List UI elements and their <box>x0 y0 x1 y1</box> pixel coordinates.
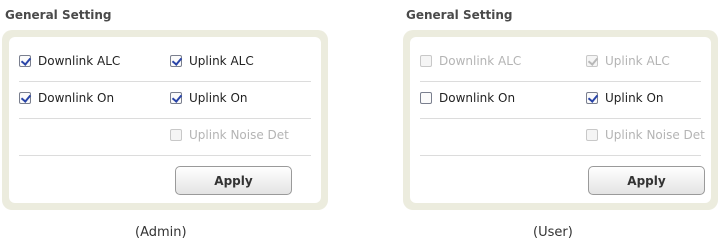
checkbox-icon[interactable] <box>420 92 432 104</box>
uplink-on-checkbox[interactable]: Uplink On <box>586 91 664 105</box>
section-title: General Setting <box>406 8 513 22</box>
checkbox-icon <box>586 129 598 141</box>
checkbox-icon[interactable] <box>19 55 31 67</box>
settings-row: Downlink On Uplink On <box>19 82 311 119</box>
section-title: General Setting <box>5 8 112 22</box>
actions-row: Apply <box>420 156 705 201</box>
uplink-alc-checkbox[interactable]: Uplink ALC <box>170 54 254 68</box>
checkbox-icon[interactable] <box>19 92 31 104</box>
uplink-on-label: Uplink On <box>605 91 664 105</box>
downlink-on-checkbox[interactable]: Downlink On <box>420 91 515 105</box>
settings-box: Downlink ALC Uplink ALC Downlink On Upli… <box>410 37 711 203</box>
checkbox-icon <box>170 129 182 141</box>
uplink-on-checkbox[interactable]: Uplink On <box>170 91 248 105</box>
checkbox-icon <box>420 55 432 67</box>
caption-user: (User) <box>533 225 573 240</box>
downlink-alc-checkbox[interactable]: Downlink ALC <box>19 54 120 68</box>
downlink-on-label: Downlink On <box>439 91 516 105</box>
settings-row: Uplink Noise Det <box>19 119 311 156</box>
uplink-noise-det-checkbox: Uplink Noise Det <box>170 128 289 142</box>
downlink-on-label: Downlink On <box>38 91 115 105</box>
settings-row: Downlink ALC Uplink ALC <box>19 45 311 82</box>
downlink-on-checkbox[interactable]: Downlink On <box>19 91 114 105</box>
downlink-alc-checkbox: Downlink ALC <box>420 54 521 68</box>
apply-button[interactable]: Apply <box>588 166 705 195</box>
checkbox-icon[interactable] <box>586 92 598 104</box>
settings-box: Downlink ALC Uplink ALC Downlink On Upli… <box>9 37 321 203</box>
uplink-alc-label: Uplink ALC <box>605 54 670 68</box>
caption-admin: (Admin) <box>135 225 187 240</box>
settings-frame: Downlink ALC Uplink ALC Downlink On Upli… <box>403 30 718 210</box>
apply-button[interactable]: Apply <box>175 166 292 195</box>
uplink-on-label: Uplink On <box>189 91 248 105</box>
settings-row: Downlink ALC Uplink ALC <box>420 45 701 82</box>
downlink-alc-label: Downlink ALC <box>439 54 522 68</box>
actions-row: Apply <box>19 156 311 201</box>
uplink-noise-det-checkbox: Uplink Noise Det <box>586 128 705 142</box>
downlink-alc-label: Downlink ALC <box>38 54 121 68</box>
uplink-noise-det-label: Uplink Noise Det <box>605 128 705 142</box>
checkbox-icon <box>586 55 598 67</box>
uplink-alc-label: Uplink ALC <box>189 54 254 68</box>
settings-frame: Downlink ALC Uplink ALC Downlink On Upli… <box>2 30 328 210</box>
checkbox-icon[interactable] <box>170 92 182 104</box>
settings-row: Uplink Noise Det <box>420 119 705 156</box>
uplink-alc-checkbox: Uplink ALC <box>586 54 670 68</box>
uplink-noise-det-label: Uplink Noise Det <box>189 128 289 142</box>
settings-row: Downlink On Uplink On <box>420 82 701 119</box>
checkbox-icon[interactable] <box>170 55 182 67</box>
